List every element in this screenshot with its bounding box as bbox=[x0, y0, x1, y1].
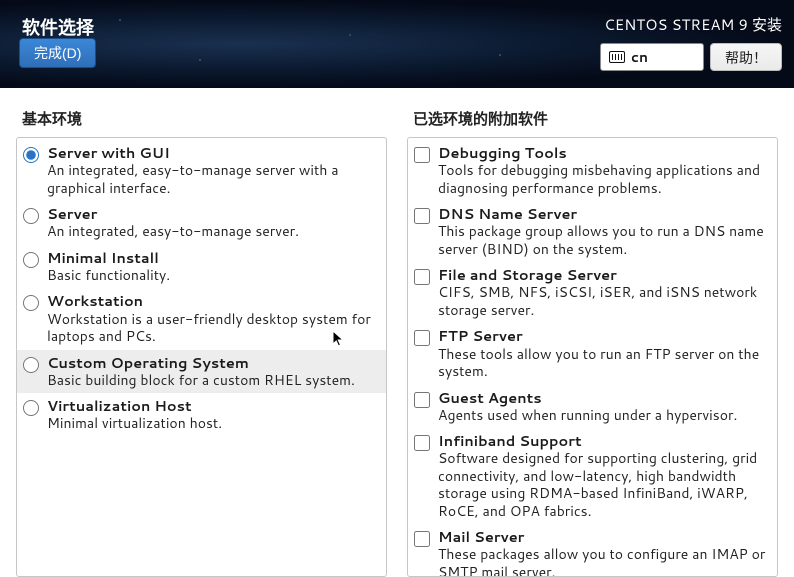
base-environment-list[interactable]: Server with GUIAn integrated, easy-to-ma… bbox=[16, 137, 387, 577]
environment-option[interactable]: Server with GUIAn integrated, easy-to-ma… bbox=[17, 140, 386, 201]
addon-checkbox[interactable] bbox=[414, 392, 430, 408]
addon-desc: This package group allows you to run a D… bbox=[438, 223, 767, 258]
addon-name: FTP Server bbox=[438, 327, 767, 345]
done-button[interactable]: 完成(D) bbox=[19, 38, 96, 68]
addon-option[interactable]: FTP ServerThese tools allow you to run a… bbox=[408, 323, 777, 384]
header: 软件选择 完成(D) CENTOS STREAM 9 安装 cn 帮助！ bbox=[0, 0, 794, 88]
environment-radio[interactable] bbox=[23, 357, 39, 373]
environment-radio[interactable] bbox=[23, 147, 39, 163]
addon-name: Guest Agents bbox=[438, 389, 767, 407]
addon-desc: Agents used when running under a hypervi… bbox=[438, 407, 767, 425]
addon-option[interactable]: Debugging ToolsTools for debugging misbe… bbox=[408, 140, 777, 201]
addon-desc: These tools allow you to run an FTP serv… bbox=[438, 346, 767, 381]
page-title: 软件选择 bbox=[22, 14, 94, 40]
addon-checkbox[interactable] bbox=[414, 269, 430, 285]
environment-radio[interactable] bbox=[23, 208, 39, 224]
addon-option[interactable]: File and Storage ServerCIFS, SMB, NFS, i… bbox=[408, 262, 777, 323]
addons-heading: 已选环境的附加软件 bbox=[413, 108, 778, 129]
keyboard-layout-code: cn bbox=[631, 47, 648, 67]
environment-radio[interactable] bbox=[23, 295, 39, 311]
environment-desc: An integrated, easy-to-manage server wit… bbox=[47, 162, 376, 197]
base-environment-column: 基本环境 Server with GUIAn integrated, easy-… bbox=[16, 104, 387, 577]
addon-checkbox[interactable] bbox=[414, 330, 430, 346]
keyboard-layout-selector[interactable]: cn bbox=[600, 43, 704, 71]
install-title: CENTOS STREAM 9 安装 bbox=[600, 14, 782, 35]
addon-desc: Software designed for supporting cluster… bbox=[438, 450, 767, 520]
addon-option[interactable]: Guest AgentsAgents used when running und… bbox=[408, 385, 777, 429]
addons-list[interactable]: Debugging ToolsTools for debugging misbe… bbox=[407, 137, 778, 577]
environment-desc: Basic functionality. bbox=[47, 267, 376, 285]
addons-column: 已选环境的附加软件 Debugging ToolsTools for debug… bbox=[407, 104, 778, 577]
environment-name: Custom Operating System bbox=[47, 354, 376, 372]
environment-desc: An integrated, easy-to-manage server. bbox=[47, 223, 376, 241]
environment-desc: Minimal virtualization host. bbox=[47, 415, 376, 433]
environment-radio[interactable] bbox=[23, 252, 39, 268]
addon-desc: CIFS, SMB, NFS, iSCSI, iSER, and iSNS ne… bbox=[438, 284, 767, 319]
addon-option[interactable]: DNS Name ServerThis package group allows… bbox=[408, 201, 777, 262]
content: 基本环境 Server with GUIAn integrated, easy-… bbox=[0, 88, 794, 577]
environment-name: Workstation bbox=[47, 292, 376, 310]
environment-option[interactable]: Custom Operating SystemBasic building bl… bbox=[17, 350, 386, 394]
environment-radio[interactable] bbox=[23, 400, 39, 416]
help-button[interactable]: 帮助！ bbox=[710, 43, 782, 71]
keyboard-icon bbox=[609, 51, 625, 63]
environment-option[interactable]: Virtualization HostMinimal virtualizatio… bbox=[17, 393, 386, 437]
environment-desc: Basic building block for a custom RHEL s… bbox=[47, 372, 376, 390]
addon-checkbox[interactable] bbox=[414, 147, 430, 163]
addon-checkbox[interactable] bbox=[414, 435, 430, 451]
addon-desc: Tools for debugging misbehaving applicat… bbox=[438, 162, 767, 197]
environment-desc: Workstation is a user-friendly desktop s… bbox=[47, 311, 376, 346]
addon-checkbox[interactable] bbox=[414, 531, 430, 547]
addon-option[interactable]: Infiniband SupportSoftware designed for … bbox=[408, 428, 777, 524]
environment-option[interactable]: Minimal InstallBasic functionality. bbox=[17, 245, 386, 289]
addon-option[interactable]: Mail ServerThese packages allow you to c… bbox=[408, 524, 777, 577]
base-environment-heading: 基本环境 bbox=[22, 108, 387, 129]
environment-option[interactable]: ServerAn integrated, easy-to-manage serv… bbox=[17, 201, 386, 245]
addon-checkbox[interactable] bbox=[414, 208, 430, 224]
addon-desc: These packages allow you to configure an… bbox=[438, 546, 767, 577]
environment-option[interactable]: WorkstationWorkstation is a user-friendl… bbox=[17, 288, 386, 349]
